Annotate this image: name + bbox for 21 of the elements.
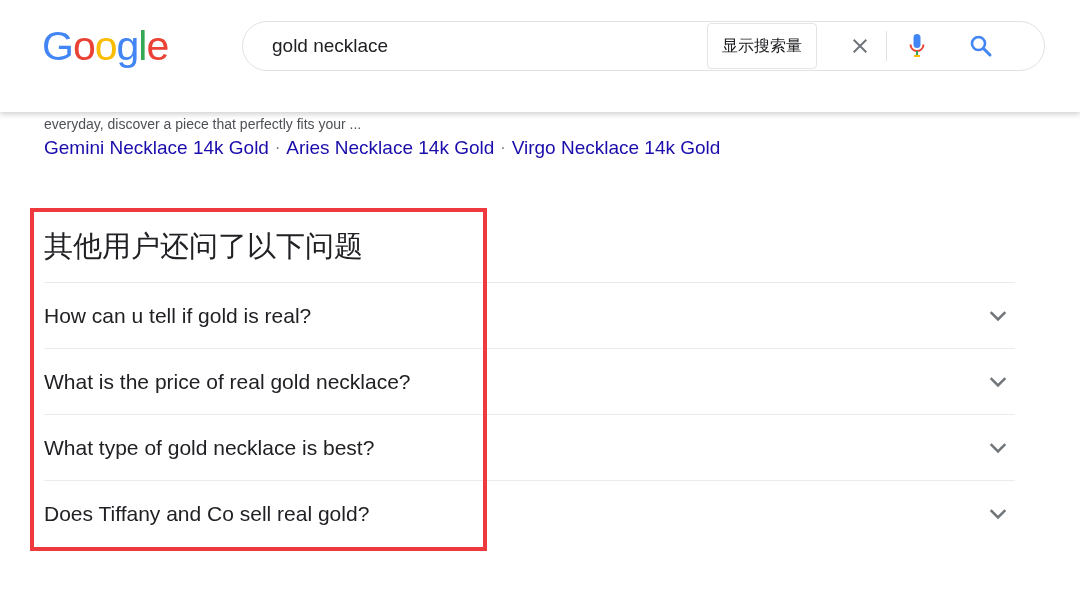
question-row[interactable]: What is the price of real gold necklace? bbox=[44, 348, 1015, 414]
section-heading: 其他用户还问了以下问题 bbox=[44, 228, 364, 265]
sitelink[interactable]: Gemini Necklace 14k Gold bbox=[44, 137, 269, 159]
result-snippet: everyday, discover a piece that perfectly fits your ... bbox=[44, 115, 363, 133]
separator-dot: · bbox=[500, 139, 506, 157]
chevron-down-icon bbox=[989, 375, 1007, 388]
chevron-down-icon bbox=[989, 309, 1007, 322]
sitelink[interactable]: Virgo Necklace 14k Gold bbox=[511, 137, 721, 159]
search-icon[interactable] bbox=[969, 34, 993, 58]
google-logo[interactable]: Google bbox=[42, 25, 242, 67]
question-row[interactable]: How can u tell if gold is real? bbox=[44, 282, 1015, 348]
question-row[interactable]: What type of gold necklace is best? bbox=[44, 414, 1015, 480]
search-volume-button[interactable]: 显示搜索量 bbox=[707, 23, 817, 69]
chevron-down-icon bbox=[989, 507, 1007, 520]
chevron-down-icon bbox=[989, 441, 1007, 454]
microphone-icon[interactable] bbox=[909, 33, 925, 59]
search-field[interactable]: gold necklace 显示搜索量 bbox=[242, 21, 1045, 71]
separator-dot: · bbox=[274, 139, 281, 157]
sitelink[interactable]: Aries Necklace 14k Gold bbox=[286, 137, 495, 159]
close-icon[interactable] bbox=[851, 37, 869, 55]
question-row[interactable]: Does Tiffany and Co sell real gold? bbox=[44, 480, 1015, 546]
